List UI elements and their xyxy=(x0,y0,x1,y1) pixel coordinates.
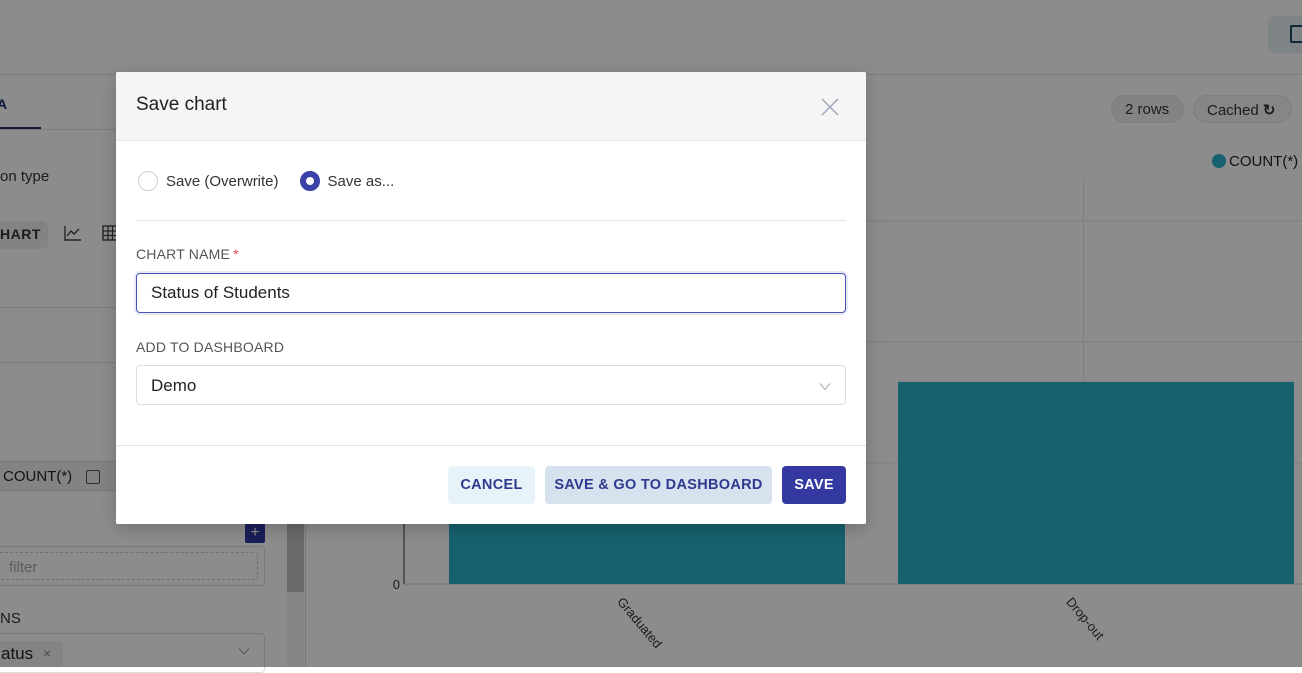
dashboard-select[interactable]: Demo xyxy=(136,365,846,405)
required-marker: * xyxy=(233,246,239,262)
save-and-go-to-dashboard-button[interactable]: SAVE & GO TO DASHBOARD xyxy=(545,466,772,504)
modal-title: Save chart xyxy=(136,94,227,116)
app: A on type HART COUNT(*) + filter NS atus xyxy=(0,0,1302,667)
save-button[interactable]: SAVE xyxy=(782,466,846,504)
radio-save-as[interactable]: Save as... xyxy=(300,171,395,191)
chart-name-label: CHART NAME* xyxy=(136,246,239,262)
chevron-down-icon xyxy=(819,380,831,392)
radio-save-overwrite[interactable]: Save (Overwrite) xyxy=(138,171,279,191)
close-icon[interactable] xyxy=(819,96,841,118)
chart-name-label-text: CHART NAME xyxy=(136,246,230,262)
radio-label: Save (Overwrite) xyxy=(166,173,279,190)
divider xyxy=(136,220,846,221)
save-chart-modal: Save chart Save (Overwrite) Save as... C… xyxy=(116,72,866,524)
radio-circle[interactable] xyxy=(300,171,320,191)
divider xyxy=(116,445,866,446)
cancel-button[interactable]: CANCEL xyxy=(448,466,535,504)
modal-header: Save chart xyxy=(116,72,866,141)
add-to-dashboard-label: ADD TO DASHBOARD xyxy=(136,339,284,355)
dashboard-select-value: Demo xyxy=(151,376,196,396)
radio-circle[interactable] xyxy=(138,171,158,191)
radio-label: Save as... xyxy=(328,173,395,190)
save-mode-radio-group: Save (Overwrite) Save as... xyxy=(138,170,415,192)
chart-name-input[interactable] xyxy=(136,273,846,313)
